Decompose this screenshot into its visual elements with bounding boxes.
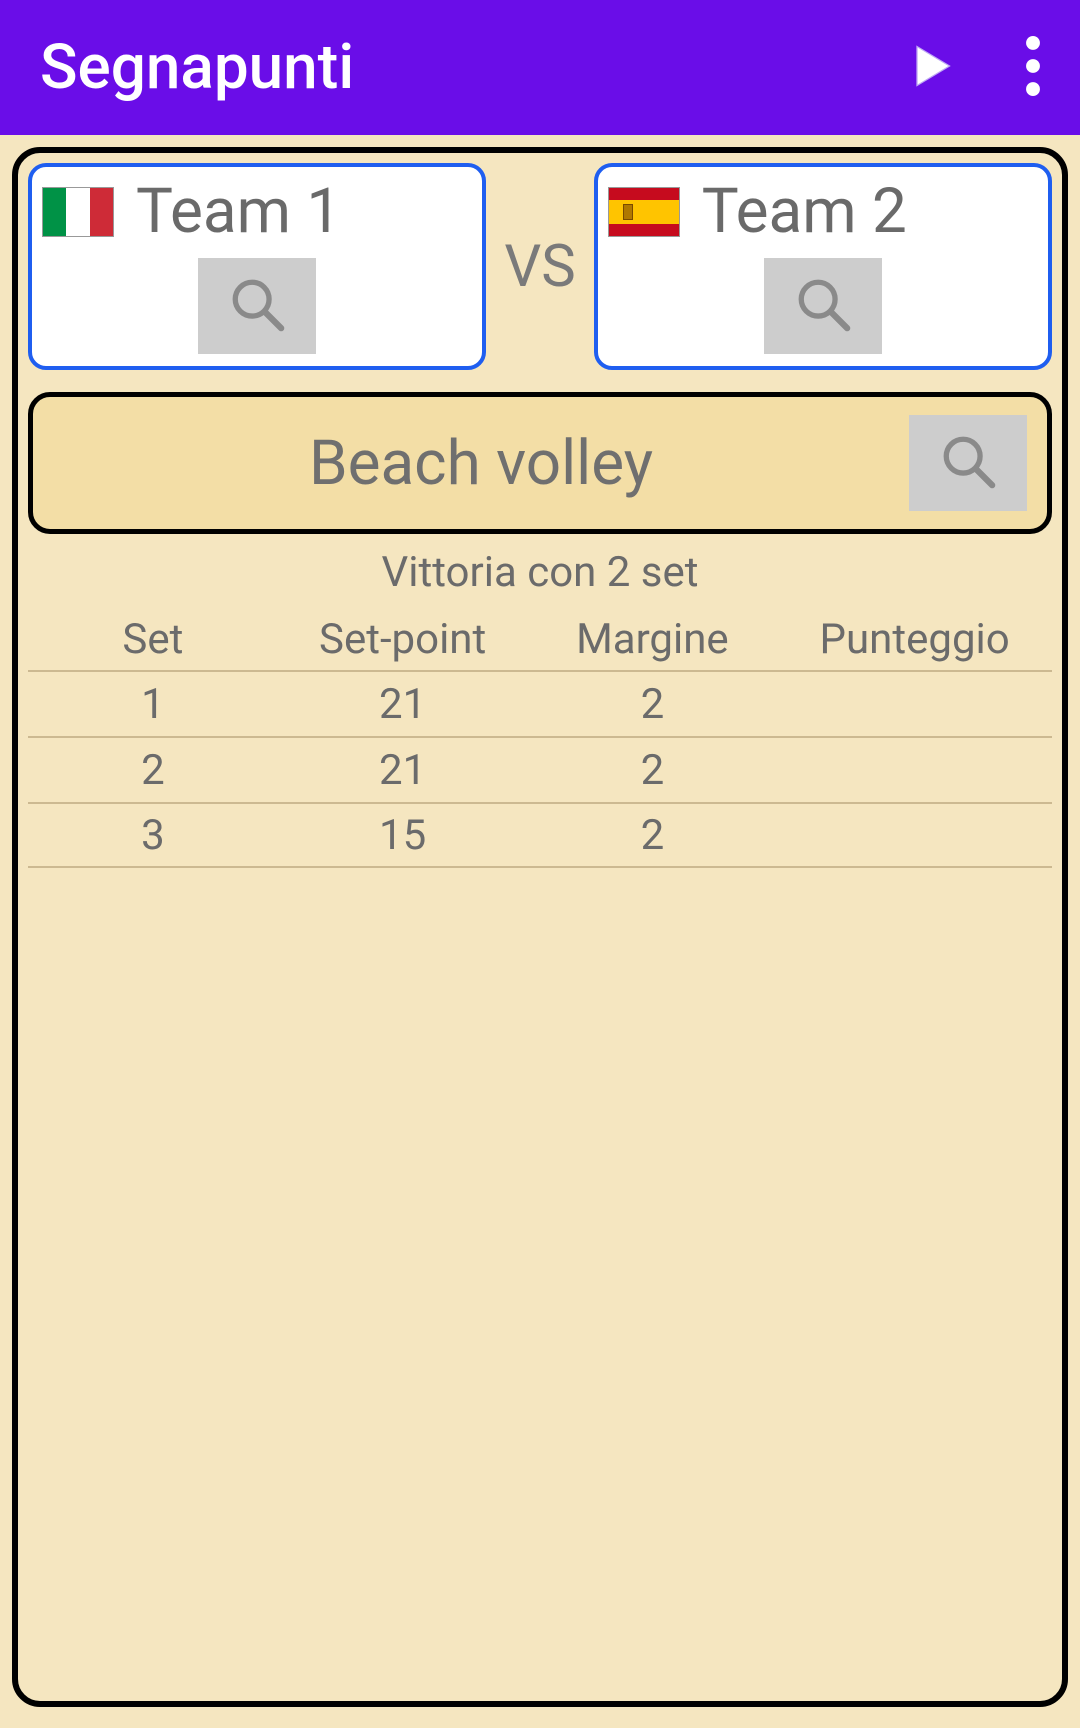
team1-search-button[interactable] — [198, 258, 316, 354]
header-set: Set — [28, 615, 278, 664]
team1-box[interactable]: Team 1 — [28, 163, 486, 370]
more-button[interactable] — [1026, 36, 1040, 100]
spain-flag-icon — [608, 187, 680, 237]
app-title: Segnapunti — [40, 31, 904, 104]
cell-set-point: 21 — [278, 746, 528, 795]
win-condition: Vittoria con 2 set — [28, 548, 1052, 597]
cell-set-point: 21 — [278, 680, 528, 729]
search-icon — [939, 432, 997, 494]
cell-margin: 2 — [528, 811, 778, 860]
more-vert-icon — [1026, 36, 1040, 96]
search-icon — [794, 275, 852, 337]
team1-top: Team 1 — [42, 175, 472, 248]
table-header: Set Set-point Margine Punteggio — [28, 609, 1052, 670]
table-row[interactable]: 3152 — [28, 802, 1052, 868]
table-body: 121222123152 — [28, 670, 1052, 868]
cell-set-point: 15 — [278, 811, 528, 860]
vs-label: VS — [496, 233, 583, 301]
table-row[interactable]: 2212 — [28, 736, 1052, 802]
italy-flag-icon — [42, 187, 114, 237]
header-margin: Margine — [528, 615, 778, 664]
sport-name: Beach volley — [73, 427, 889, 500]
content-area: Team 1 VS Team 2 — [0, 135, 1080, 1719]
cell-set: 2 — [28, 746, 278, 795]
team2-search-button[interactable] — [764, 258, 882, 354]
app-header: Segnapunti — [0, 0, 1080, 135]
search-icon — [228, 275, 286, 337]
main-card: Team 1 VS Team 2 — [12, 147, 1068, 1707]
cell-set: 1 — [28, 680, 278, 729]
cell-set: 3 — [28, 811, 278, 860]
team2-name: Team 2 — [702, 175, 907, 248]
header-actions — [904, 36, 1040, 100]
table-row[interactable]: 1212 — [28, 670, 1052, 736]
header-score: Punteggio — [777, 615, 1052, 664]
teams-row: Team 1 VS Team 2 — [28, 163, 1052, 370]
play-icon — [904, 40, 956, 92]
sport-row[interactable]: Beach volley — [28, 392, 1052, 534]
team2-box[interactable]: Team 2 — [594, 163, 1052, 370]
cell-margin: 2 — [528, 746, 778, 795]
cell-margin: 2 — [528, 680, 778, 729]
team1-name: Team 1 — [136, 175, 341, 248]
sport-search-button[interactable] — [909, 415, 1027, 511]
header-set-point: Set-point — [278, 615, 528, 664]
team2-top: Team 2 — [608, 175, 1038, 248]
play-button[interactable] — [904, 40, 956, 96]
